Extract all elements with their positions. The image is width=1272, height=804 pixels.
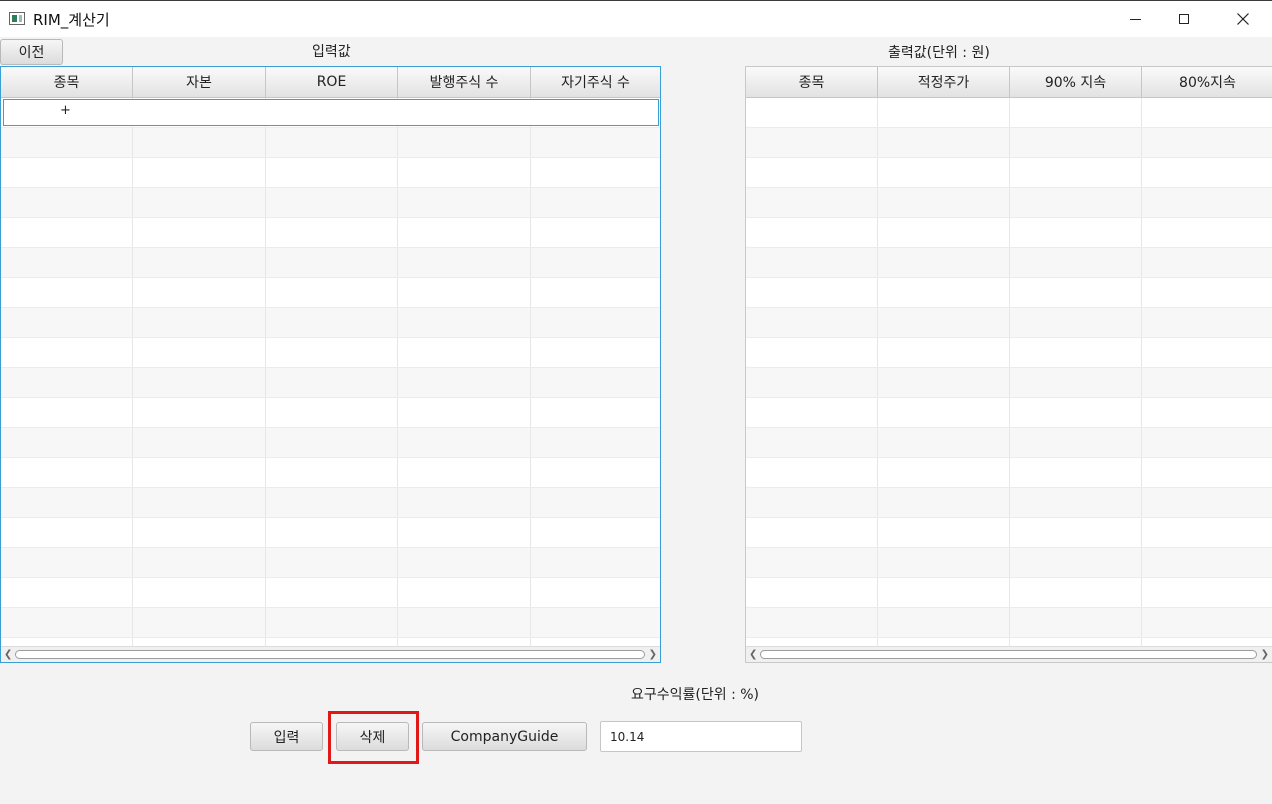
column-header-fair-price[interactable]: 적정주가 <box>878 67 1010 97</box>
minimize-button[interactable] <box>1112 1 1158 37</box>
scroll-left-icon[interactable]: ❮ <box>4 649 12 660</box>
column-header-80-persist[interactable]: 80%지속 <box>1142 67 1272 97</box>
maximize-icon <box>1179 14 1189 24</box>
column-header-issued-shares[interactable]: 발행주식 수 <box>398 67 531 97</box>
column-header-roe[interactable]: ROE <box>266 67 398 97</box>
input-table-header: 종목 자본 ROE 발행주식 수 자기주식 수 <box>1 67 660 98</box>
output-table-body[interactable] <box>746 98 1272 648</box>
column-header-stock[interactable]: 종목 <box>746 67 878 97</box>
input-table-body[interactable] <box>1 98 660 648</box>
scroll-thumb[interactable] <box>760 650 1257 659</box>
required-return-label: 요구수익률(단위 : %) <box>631 687 760 703</box>
input-table-hscrollbar[interactable]: ❮ ❯ <box>1 646 660 662</box>
prev-button[interactable]: 이전 <box>0 39 63 65</box>
close-icon <box>1237 13 1249 25</box>
selected-row[interactable]: + <box>3 99 659 126</box>
new-row-marker[interactable]: + <box>60 103 71 118</box>
scroll-right-icon[interactable]: ❯ <box>1261 649 1269 660</box>
app-icon <box>9 12 25 25</box>
scroll-thumb[interactable] <box>15 650 645 659</box>
companyguide-button[interactable]: CompanyGuide <box>422 722 587 751</box>
input-table[interactable]: 종목 자본 ROE 발행주식 수 자기주식 수 + ❮ ❯ <box>0 66 661 663</box>
input-panel-title: 입력값 <box>312 44 351 60</box>
window-title: RIM_계산기 <box>33 11 110 29</box>
output-panel-title: 출력값(단위 : 원) <box>888 45 990 61</box>
output-table-hscrollbar[interactable]: ❮ ❯ <box>746 646 1272 662</box>
column-header-capital[interactable]: 자본 <box>133 67 266 97</box>
output-table-header: 종목 적정주가 90% 지속 80%지속 <box>746 67 1272 98</box>
scroll-left-icon[interactable]: ❮ <box>749 649 757 660</box>
minimize-icon <box>1129 18 1141 20</box>
title-bar: RIM_계산기 <box>0 0 1272 37</box>
column-header-treasury-shares[interactable]: 자기주식 수 <box>531 67 660 97</box>
close-button[interactable] <box>1220 1 1266 37</box>
output-table[interactable]: 종목 적정주가 90% 지속 80%지속 ❮ ❯ <box>745 66 1272 663</box>
scroll-right-icon[interactable]: ❯ <box>649 649 657 660</box>
column-header-stock[interactable]: 종목 <box>1 67 133 97</box>
required-return-input[interactable]: 10.14 <box>600 721 802 752</box>
maximize-button[interactable] <box>1161 1 1207 37</box>
input-button[interactable]: 입력 <box>250 722 323 751</box>
column-header-90-persist[interactable]: 90% 지속 <box>1010 67 1142 97</box>
highlight-box <box>328 711 419 764</box>
